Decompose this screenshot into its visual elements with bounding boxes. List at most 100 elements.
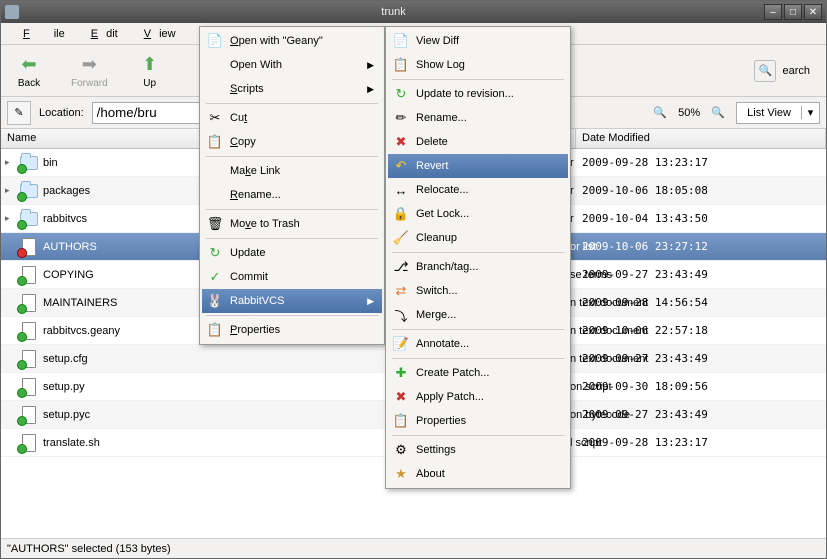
separator	[392, 79, 564, 80]
menu-about[interactable]: ★About	[388, 462, 568, 486]
file-name: setup.py	[43, 381, 85, 393]
menu-cleanup[interactable]: 🧹Cleanup	[388, 226, 568, 250]
menu-properties[interactable]: 📋Properties	[202, 318, 382, 342]
trash-icon: 🗑	[206, 215, 224, 233]
menu-create-patch[interactable]: ✚Create Patch...	[388, 361, 568, 385]
menu-copy[interactable]: 📋Copy	[202, 130, 382, 154]
file-date: 2009-10-04 13:43:50	[576, 212, 826, 225]
menu-edit[interactable]: Edit	[75, 26, 126, 42]
revert-icon: ↶	[392, 157, 410, 175]
menu-annotate[interactable]: 📝Annotate...	[388, 332, 568, 356]
menu-view[interactable]: View	[128, 26, 184, 42]
chevron-down-icon[interactable]: ▾	[801, 106, 819, 119]
scissors-icon: ✂	[206, 109, 224, 127]
menu-rename[interactable]: Rename...	[202, 183, 382, 207]
up-button[interactable]: ⬆Up	[128, 50, 172, 91]
diff-icon: 📄	[392, 32, 410, 50]
zoom-percent: 50%	[678, 107, 700, 119]
separator	[206, 209, 378, 210]
minimize-button[interactable]: –	[764, 4, 782, 20]
rabbitvcs-submenu: 📄View Diff 📋Show Log ↻Update to revision…	[385, 26, 571, 489]
broom-icon: 🧹	[392, 229, 410, 247]
menu-update-revision[interactable]: ↻Update to revision...	[388, 82, 568, 106]
menu-settings[interactable]: ⚙Settings	[388, 438, 568, 462]
menu-relocate[interactable]: ↔Relocate...	[388, 178, 568, 202]
forward-button: ➡Forward	[61, 50, 118, 91]
menu-rename-vcs[interactable]: ✏Rename...	[388, 106, 568, 130]
file-icon	[19, 406, 39, 424]
menu-delete[interactable]: ✖Delete	[388, 130, 568, 154]
commit-icon: ✓	[206, 268, 224, 286]
edit-location-button[interactable]: ✎	[7, 101, 31, 125]
back-button[interactable]: ⬅Back	[7, 50, 51, 91]
menu-scripts[interactable]: Scripts▶	[202, 77, 382, 101]
copy-icon: 📋	[206, 133, 224, 151]
file-icon	[19, 434, 39, 452]
search-icon-button[interactable]: 🔍	[754, 60, 776, 82]
menu-rabbitvcs[interactable]: 🐰RabbitVCS▶	[202, 289, 382, 313]
rabbitvcs-icon: 🐰	[206, 292, 224, 310]
menu-revert[interactable]: ↶Revert	[388, 154, 568, 178]
file-icon	[19, 350, 39, 368]
menu-open-with[interactable]: Open With▶	[202, 53, 382, 77]
expand-icon[interactable]: ▸	[5, 157, 15, 168]
file-date: 2009-09-28 14:56:54	[576, 296, 826, 309]
document-icon: 📄	[206, 32, 224, 50]
separator	[206, 238, 378, 239]
chevron-right-icon: ▶	[367, 296, 374, 307]
file-date: 2009-09-28 13:23:17	[576, 156, 826, 169]
menu-make-link[interactable]: Make Link	[202, 159, 382, 183]
file-icon	[19, 322, 39, 340]
maximize-button[interactable]: □	[784, 4, 802, 20]
menu-view-diff[interactable]: 📄View Diff	[388, 29, 568, 53]
file-icon	[19, 238, 39, 256]
file-name: AUTHORS	[43, 241, 97, 253]
file-date: 2009-10-06 23:27:12	[576, 240, 826, 253]
properties-icon: 📋	[392, 412, 410, 430]
menu-apply-patch[interactable]: ✖Apply Patch...	[388, 385, 568, 409]
view-mode-select[interactable]: List View ▾	[736, 102, 820, 124]
file-name: packages	[43, 185, 90, 197]
up-icon: ⬆	[138, 52, 162, 76]
menu-vcs-properties[interactable]: 📋Properties	[388, 409, 568, 433]
close-button[interactable]: ✕	[804, 4, 822, 20]
properties-icon: 📋	[206, 321, 224, 339]
file-name: bin	[43, 157, 58, 169]
menu-commit[interactable]: ✓Commit	[202, 265, 382, 289]
zoom-out-button[interactable]: 🔍	[650, 103, 670, 123]
header-date[interactable]: Date Modified	[576, 129, 826, 148]
relocate-icon: ↔	[392, 181, 410, 199]
gear-icon: ⚙	[392, 441, 410, 459]
annotate-icon: 📝	[392, 335, 410, 353]
file-date: 2009-10-06 18:05:08	[576, 184, 826, 197]
star-icon: ★	[392, 465, 410, 483]
menu-switch[interactable]: ⇄Switch...	[388, 279, 568, 303]
separator	[392, 252, 564, 253]
file-name: translate.sh	[43, 437, 100, 449]
file-date: 2009-09-27 23:43:49	[576, 268, 826, 281]
file-date: 2009-09-30 18:09:56	[576, 380, 826, 393]
apply-icon: ✖	[392, 388, 410, 406]
window-title: trunk	[25, 6, 762, 18]
menu-get-lock[interactable]: 🔒Get Lock...	[388, 202, 568, 226]
menu-update[interactable]: ↻Update	[202, 241, 382, 265]
menu-show-log[interactable]: 📋Show Log	[388, 53, 568, 77]
menu-file[interactable]: File	[7, 26, 73, 42]
menu-move-trash[interactable]: 🗑Move to Trash	[202, 212, 382, 236]
view-mode-label: List View	[737, 107, 801, 119]
file-manager-window: trunk – □ ✕ File Edit View Go Boo ⬅Back …	[0, 0, 827, 559]
refresh-icon: ↻	[206, 244, 224, 262]
zoom-out-icon: 🔍	[653, 106, 667, 119]
menu-branch-tag[interactable]: ⎇Branch/tag...	[388, 255, 568, 279]
file-name: setup.cfg	[43, 353, 88, 365]
titlebar[interactable]: trunk – □ ✕	[1, 1, 826, 23]
menu-cut[interactable]: ✂Cut	[202, 106, 382, 130]
expand-icon[interactable]: ▸	[5, 185, 15, 196]
menu-merge[interactable]: ⤵Merge...	[388, 303, 568, 327]
menu-open-with-geany[interactable]: 📄Open with "Geany"	[202, 29, 382, 53]
pencil-icon: ✎	[14, 106, 23, 119]
chevron-right-icon: ▶	[367, 84, 374, 95]
separator	[392, 358, 564, 359]
expand-icon[interactable]: ▸	[5, 213, 15, 224]
zoom-in-button[interactable]: 🔍	[708, 103, 728, 123]
